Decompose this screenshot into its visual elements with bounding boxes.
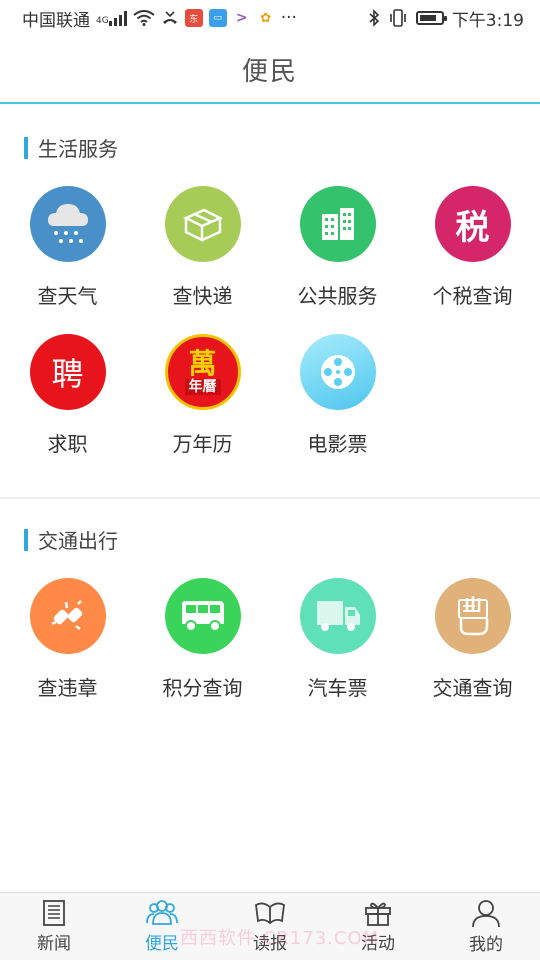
tile-public-service[interactable]: 公共服务 [270,186,405,309]
tile-weather[interactable]: 查天气 [0,186,135,309]
tile-label: 个税查询 [432,284,513,308]
section-accent-bar [24,136,28,159]
job-icon: 聘 [29,334,106,410]
game-app-icon: ✿ [256,9,275,27]
video-app-icon: > [232,9,251,27]
bottom-nav: 新闻 便民 读报 活动 我的 [0,892,540,960]
section-accent-bar [24,528,28,551]
tile-label: 求职 [47,432,88,456]
section-title-life: 生活服务 [24,133,118,162]
newspaper-icon [43,900,65,926]
tile-points[interactable]: 积分查询 [135,578,270,701]
film-reel-icon [299,334,376,410]
nav-mine[interactable]: 我的 [432,893,540,960]
nav-label: 读报 [253,934,287,954]
wifi-icon [133,10,155,26]
page-header: 便民 [0,36,540,104]
nav-label: 我的 [469,935,503,955]
gift-icon [365,902,391,926]
network-type: 4G [96,16,109,26]
section-title-text: 交通出行 [38,529,118,553]
battery-icon [415,11,447,25]
missed-call-icon [162,11,177,24]
tile-label: 万年历 [172,432,233,456]
tile-label: 交通查询 [432,676,513,700]
status-bar: 中国联通 4G 东 ▭ > ✿ ··· 下午3:19 [0,0,540,36]
tile-job[interactable]: 聘 求职 [0,334,135,457]
tile-label: 公共服务 [297,284,378,308]
tile-calendar[interactable]: 萬 年曆 万年历 [135,334,270,457]
book-icon [255,902,285,925]
calendar-icon: 萬 年曆 [164,334,241,410]
nav-service[interactable]: 便民 [108,893,216,960]
section-title-traffic: 交通出行 [24,525,118,554]
nav-label: 便民 [145,934,179,954]
people-icon [146,900,178,925]
tile-label: 查快递 [172,284,233,308]
tile-bus-ticket[interactable]: 汽车票 [270,578,405,701]
section-divider [0,497,540,499]
tile-label: 积分查询 [162,676,243,700]
tax-icon: 税 [434,186,511,262]
tile-label: 查违章 [37,676,98,700]
buildings-icon [299,186,376,262]
broken-link-icon [29,578,106,654]
tile-traffic-query[interactable]: 交通查询 [405,578,540,701]
package-icon [164,186,241,262]
nav-read-paper[interactable]: 读报 [216,893,324,960]
section-title-text: 生活服务 [38,137,118,161]
signal-icon: 4G [96,10,127,26]
clock: 下午3:19 [451,10,524,31]
tile-label: 查天气 [37,284,98,308]
hand-card-icon [434,578,511,654]
news-app-icon: 东 [184,9,203,27]
nav-label: 活动 [361,934,395,954]
tile-label: 电影票 [307,432,368,456]
tile-income-tax[interactable]: 税 个税查询 [405,186,540,309]
carrier-name: 中国联通 [22,10,90,31]
tile-label: 汽车票 [307,676,368,700]
user-icon [472,900,500,928]
vibrate-icon [390,9,406,27]
weather-icon [29,186,106,262]
nav-news[interactable]: 新闻 [0,893,108,960]
more-notifications-icon: ··· [280,8,297,28]
truck-icon [299,578,376,654]
tile-movie-ticket[interactable]: 电影票 [270,334,405,457]
tile-express[interactable]: 查快递 [135,186,270,309]
page-title: 便民 [241,56,298,87]
tile-violation[interactable]: 查违章 [0,578,135,701]
nav-events[interactable]: 活动 [324,893,432,960]
wallet-app-icon: ▭ [208,9,227,27]
bluetooth-icon [369,9,379,27]
nav-label: 新闻 [37,934,71,954]
van-icon [164,578,241,654]
